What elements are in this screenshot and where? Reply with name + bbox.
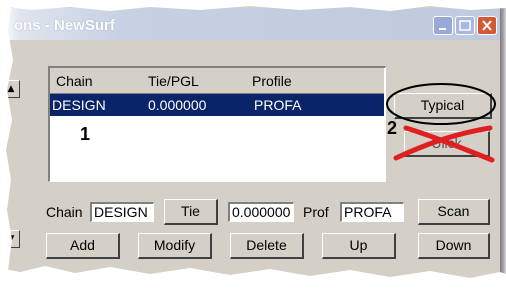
torn-edge-overlay (0, 0, 506, 289)
